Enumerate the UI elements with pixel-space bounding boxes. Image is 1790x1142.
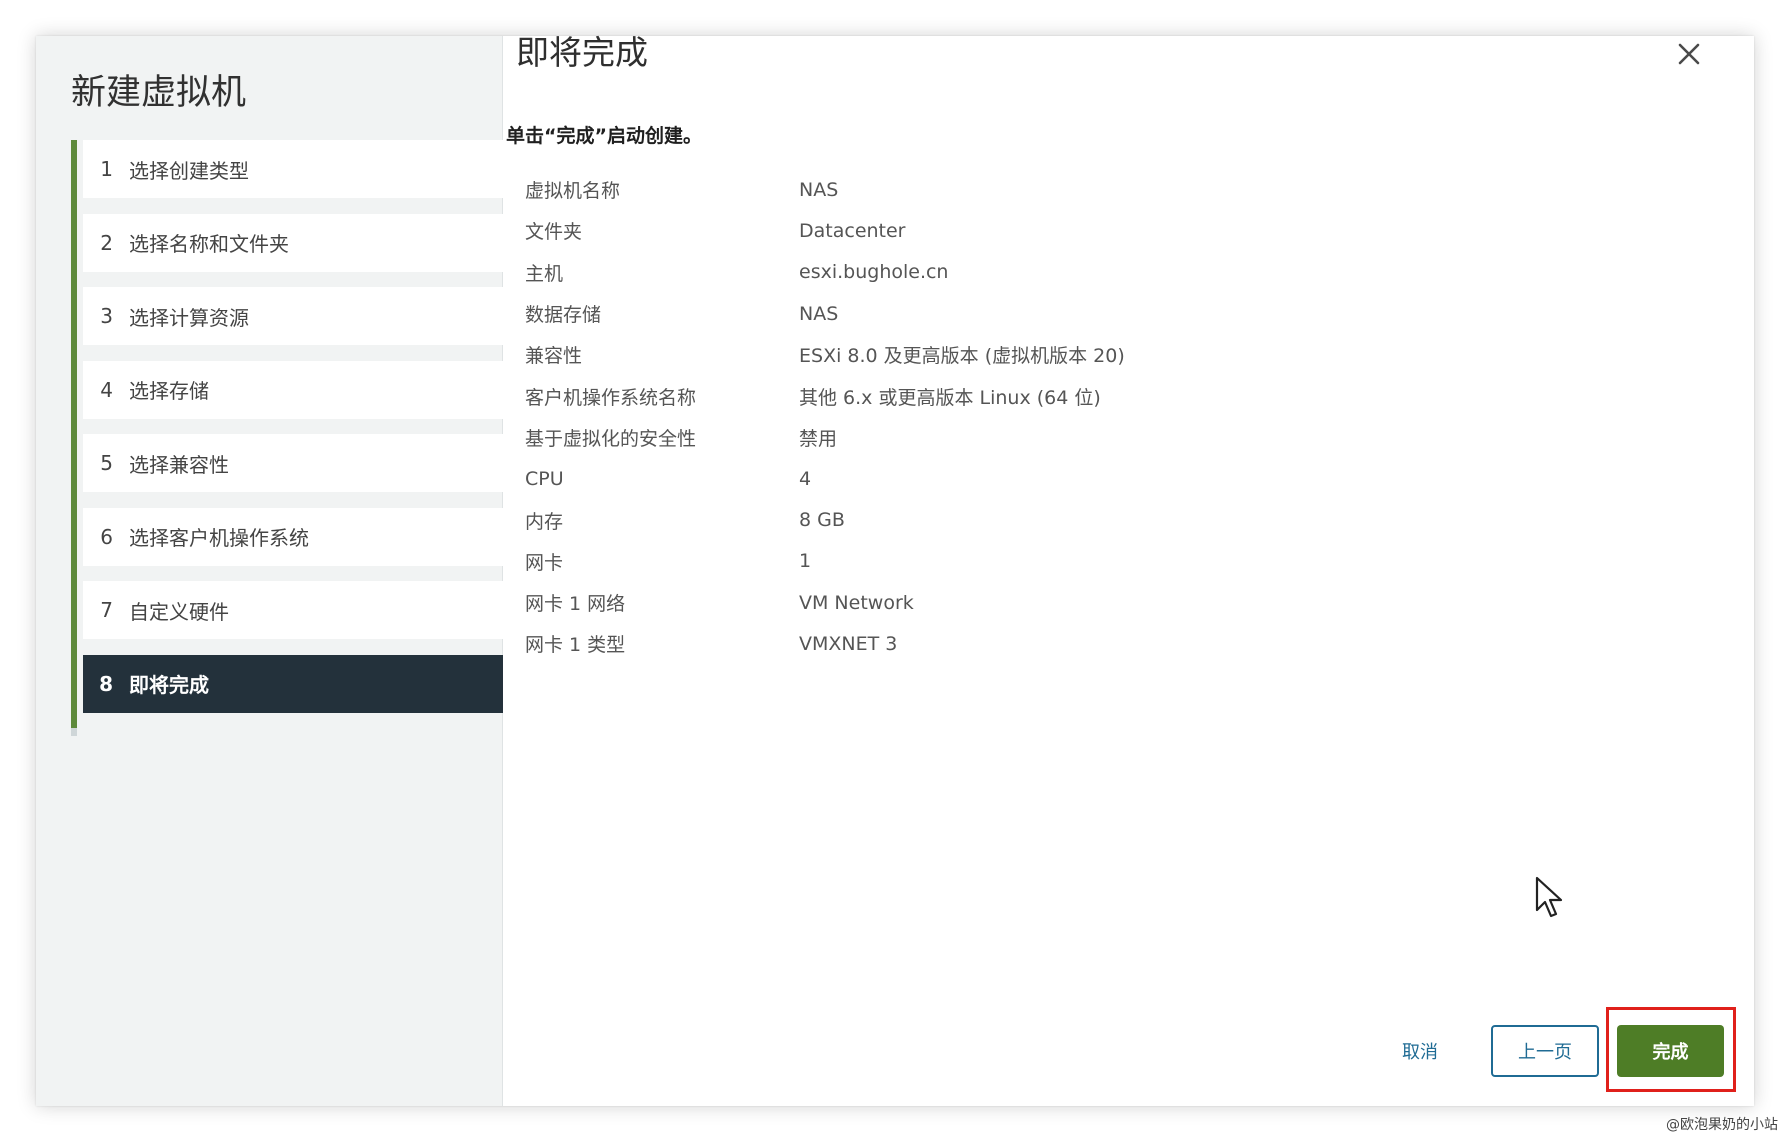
step-3[interactable]: 3 选择计算资源 — [83, 287, 508, 345]
summary-key: 网卡 1 网络 — [525, 593, 626, 616]
summary-key: CPU — [525, 467, 564, 490]
mouse-cursor-icon — [1535, 876, 1563, 918]
step-2[interactable]: 2 选择名称和文件夹 — [83, 213, 508, 272]
summary-row: 虚拟机名称 NAS — [525, 169, 1625, 210]
summary-key: 网卡 1 类型 — [525, 634, 626, 657]
step-number: 6 — [100, 524, 113, 549]
watermark-text: @欧泡果奶的小站 — [1666, 1117, 1778, 1133]
finish-button[interactable]: 完成 — [1617, 1025, 1724, 1077]
step-label: 选择兼容性 — [129, 452, 229, 477]
step-label: 自定义硬件 — [129, 599, 229, 624]
step-1[interactable]: 1 选择创建类型 — [83, 140, 508, 198]
step-label: 选择存储 — [129, 379, 209, 403]
summary-value: 禁用 — [799, 427, 838, 450]
summary-key: 基于虚拟化的安全性 — [525, 427, 697, 450]
summary-value: 1 — [799, 550, 812, 573]
summary-key: 内存 — [525, 510, 564, 533]
summary-row: 基于虚拟化的安全性 禁用 — [525, 417, 1625, 458]
summary-row: 文件夹 Datacenter — [525, 210, 1625, 251]
summary-key: 文件夹 — [525, 221, 583, 244]
summary-row: 内存 8 GB — [525, 499, 1625, 540]
wizard-sidebar: 新建虚拟机 1 选择创建类型 2 选择名称和文件夹 3 选择计算资源 4 选择存… — [36, 36, 508, 1106]
step-number: 8 — [99, 671, 113, 696]
step-6[interactable]: 6 选择客户机操作系统 — [83, 507, 508, 566]
summary-row: 客户机操作系统名称 其他 6.x 或更高版本 Linux (64 位) — [525, 375, 1625, 416]
summary-key: 网卡 — [525, 551, 564, 574]
summary-key: 客户机操作系统名称 — [525, 386, 697, 409]
step-number: 5 — [100, 451, 113, 475]
close-button[interactable] — [1670, 35, 1708, 73]
summary-row: 网卡 1 网络 VM Network — [525, 582, 1625, 623]
wizard-title: 新建虚拟机 — [71, 73, 247, 113]
summary-row: 网卡 1 — [525, 541, 1625, 582]
summary-row: 网卡 1 类型 VMXNET 3 — [525, 623, 1625, 664]
summary-key: 兼容性 — [525, 345, 583, 368]
step-number: 7 — [100, 598, 113, 622]
summary-row: 数据存储 NAS — [525, 293, 1625, 334]
summary-row: CPU 4 — [525, 458, 1625, 499]
summary-value: 其他 6.x 或更高版本 Linux (64 位) — [799, 386, 1101, 409]
step-4[interactable]: 4 选择存储 — [83, 360, 508, 419]
back-button[interactable]: 上一页 — [1491, 1025, 1599, 1077]
summary-value: VMXNET 3 — [799, 632, 898, 655]
summary-value: NAS — [799, 302, 839, 325]
summary-row: 兼容性 ESXi 8.0 及更高版本 (虚拟机版本 20) — [525, 334, 1625, 375]
step-7[interactable]: 7 自定义硬件 — [83, 581, 508, 639]
step-number: 2 — [100, 230, 113, 255]
step-8-active[interactable]: 8 即将完成 — [83, 654, 508, 713]
summary-row: 主机 esxi.bughole.cn — [525, 252, 1625, 293]
step-5[interactable]: 5 选择兼容性 — [83, 434, 508, 492]
step-number: 3 — [100, 304, 113, 328]
summary-key: 主机 — [525, 262, 564, 285]
step-label: 选择名称和文件夹 — [129, 232, 289, 256]
step-label: 选择客户机操作系统 — [129, 526, 309, 550]
page-title: 即将完成 — [516, 33, 648, 72]
summary-key: 虚拟机名称 — [525, 180, 621, 203]
summary-key: 数据存储 — [525, 304, 602, 327]
step-number: 4 — [100, 377, 113, 402]
summary-value: esxi.bughole.cn — [799, 261, 949, 284]
summary-value: 4 — [799, 467, 812, 490]
summary-value: VM Network — [799, 591, 914, 614]
summary-value: NAS — [799, 178, 839, 201]
summary-value: Datacenter — [799, 219, 906, 242]
cancel-button[interactable]: 取消 — [1370, 1025, 1470, 1077]
step-label: 选择计算资源 — [129, 305, 249, 330]
step-label: 即将完成 — [129, 673, 209, 697]
close-icon — [1678, 43, 1700, 65]
step-number: 1 — [100, 157, 113, 181]
summary-value: ESXi 8.0 及更高版本 (虚拟机版本 20) — [799, 345, 1125, 368]
summary-table: 虚拟机名称 NAS 文件夹 Datacenter 主机 esxi.bughole… — [525, 169, 1625, 665]
step-label: 选择创建类型 — [129, 158, 249, 183]
page-subtitle: 单击“完成”启动创建。 — [506, 125, 702, 147]
wizard-steps: 1 选择创建类型 2 选择名称和文件夹 3 选择计算资源 4 选择存储 5 选择… — [71, 140, 508, 736]
summary-value: 8 GB — [799, 509, 845, 532]
step-rail-tail — [71, 728, 77, 736]
